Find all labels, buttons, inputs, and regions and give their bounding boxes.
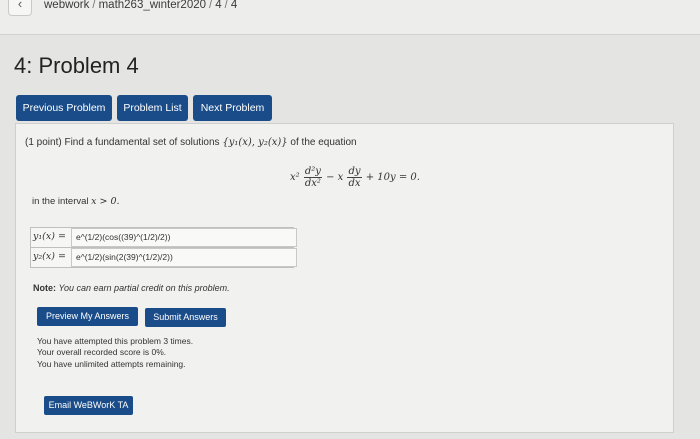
problem-list-button[interactable]: Problem List [117, 95, 188, 121]
answer-row-y2: y₂(x) = e^(1/2)(sin(2(39)^(1/2)/2)) [30, 247, 297, 268]
recorded-score-text: Your overall recorded score is 0%. [37, 347, 167, 357]
answer-input-y2[interactable]: e^(1/2)(sin(2(39)^(1/2)/2)) [71, 248, 297, 267]
breadcrumb-item: 4 [230, 0, 238, 11]
breadcrumb-item[interactable]: math263_winter2020 [99, 0, 206, 11]
answer-label-y2: y₂(x) = [33, 251, 66, 262]
email-ta-button[interactable]: Email WeBWorK TA [44, 396, 133, 415]
attempts-count-text: You have attempted this problem 3 times. [37, 336, 194, 346]
back-arrow-icon[interactable]: ‹ [8, 0, 32, 16]
partial-credit-note: Note: You can earn partial credit on thi… [33, 283, 230, 293]
answer-input-y1[interactable]: e^(1/2)(cos((39)^(1/2)/2)) [71, 228, 297, 247]
next-problem-button[interactable]: Next Problem [193, 95, 272, 121]
solution-set-math: {y₁(x), y₂(x)} [222, 137, 288, 148]
differential-equation: x² d²y dx² − x dy dx + 10y = 0. [290, 166, 420, 189]
answer-label-y1: y₁(x) = [33, 231, 66, 242]
second-derivative-fraction: d²y dx² [303, 166, 322, 189]
breadcrumb-item[interactable]: 4 [215, 0, 221, 11]
attempts-remaining-text: You have unlimited attempts remaining. [37, 359, 186, 369]
breadcrumb-item[interactable]: webwork [44, 0, 89, 11]
preview-answers-button[interactable]: Preview My Answers [37, 307, 138, 326]
page-title: 4: Problem 4 [14, 53, 139, 78]
answer-row-y1: y₁(x) = e^(1/2)(cos((39)^(1/2)/2)) [30, 227, 297, 248]
breadcrumb: webwork / math263_winter2020/4/4 [44, 0, 238, 11]
top-bar: ‹ webwork / math263_winter2020/4/4 [0, 0, 700, 35]
previous-problem-button[interactable]: Previous Problem [16, 95, 112, 121]
problem-statement: (1 point) Find a fundamental set of solu… [25, 137, 357, 148]
submit-answers-button[interactable]: Submit Answers [145, 308, 226, 327]
first-derivative-fraction: dy dx [347, 166, 362, 189]
interval-text: in the interval x > 0. [32, 196, 120, 207]
